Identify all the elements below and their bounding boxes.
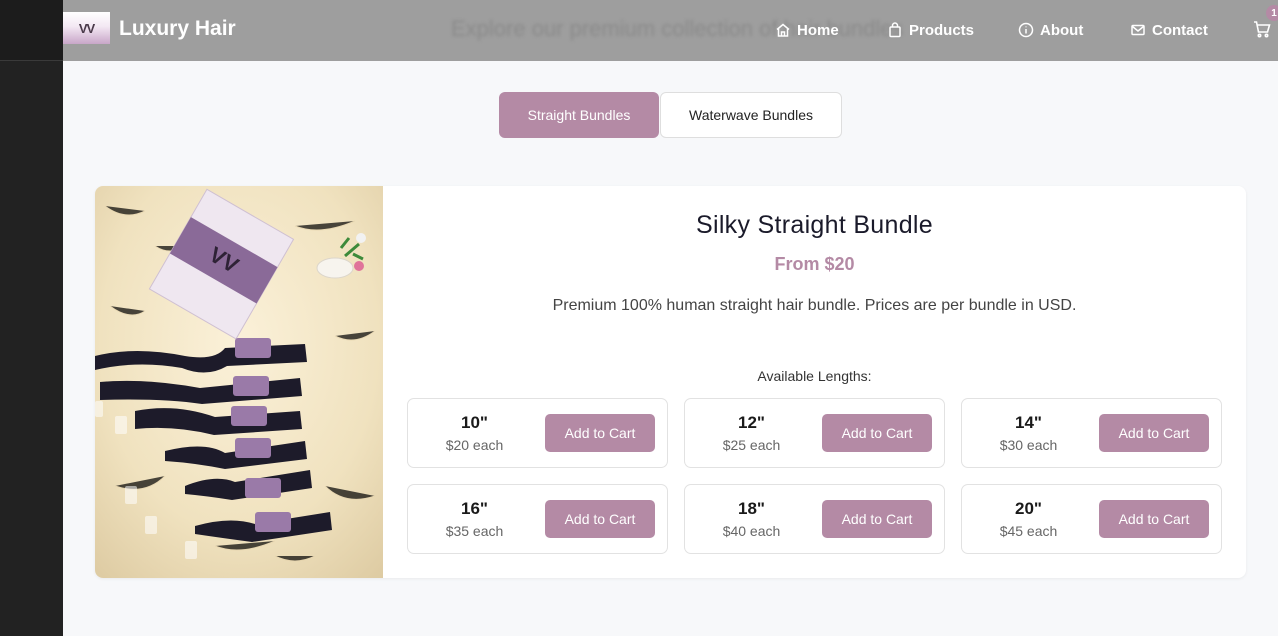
product-image[interactable]: VV [95,186,383,578]
add-to-cart-button[interactable]: Add to Cart [545,414,655,452]
add-to-cart-button[interactable]: Add to Cart [1099,500,1209,538]
length-size: 10" [461,413,488,432]
length-size: 18" [738,499,765,518]
nav-about-label: About [1040,21,1084,39]
length-price: $20 each [445,437,504,453]
brand-name[interactable]: Luxury Hair [119,17,236,41]
side-panel-top [0,0,63,61]
length-price: $35 each [445,523,504,539]
home-icon [776,23,790,37]
length-option-16: 16" $35 each Add to Cart [407,484,668,554]
info-icon [1018,22,1034,38]
length-size: 16" [461,499,488,518]
nav-home-label: Home [797,21,839,39]
nav-home[interactable]: Home [775,20,839,40]
length-option-14: 14" $30 each Add to Cart [961,398,1222,468]
length-size: 14" [1015,413,1042,432]
product-price: From $20 [774,254,855,274]
product-description: Premium 100% human straight hair bundle.… [552,297,1077,314]
length-price: $45 each [999,523,1058,539]
nav-about[interactable]: About [1018,20,1083,40]
add-to-cart-button[interactable]: Add to Cart [545,500,655,538]
side-panel [0,0,63,636]
nav-contact-label: Contact [1152,21,1208,39]
nav-products[interactable]: Products [887,20,974,40]
product-title: Silky Straight Bundle [696,211,933,239]
navbar: Explore our premium collection of hair b… [63,0,1278,61]
length-price: $40 each [722,523,781,539]
length-option-18: 18" $40 each Add to Cart [684,484,945,554]
product-card: VV Silky Straight Bundle From $20 Premiu… [95,186,1246,578]
add-to-cart-button[interactable]: Add to Cart [1099,414,1209,452]
length-price: $25 each [722,437,781,453]
length-option-20: 20" $45 each Add to Cart [961,484,1222,554]
add-to-cart-button[interactable]: Add to Cart [822,414,932,452]
tab-straight-bundles[interactable]: Straight Bundles [499,92,659,138]
nav-products-label: Products [909,21,975,39]
length-price: $30 each [999,437,1058,453]
mail-icon [1131,24,1145,36]
bag-icon [889,22,901,38]
cart-icon[interactable] [1252,19,1272,39]
brand-logo[interactable]: VV [63,12,110,44]
length-size: 12" [738,413,765,432]
cart-count-badge: 1 [1266,5,1278,21]
tab-waterwave-bundles[interactable]: Waterwave Bundles [660,92,842,138]
nav-contact[interactable]: Contact [1130,20,1208,40]
add-to-cart-button[interactable]: Add to Cart [822,500,932,538]
length-size: 20" [1015,499,1042,518]
length-option-10: 10" $20 each Add to Cart [407,398,668,468]
available-lengths-label: Available Lengths: [757,368,872,384]
length-option-12: 12" $25 each Add to Cart [684,398,945,468]
